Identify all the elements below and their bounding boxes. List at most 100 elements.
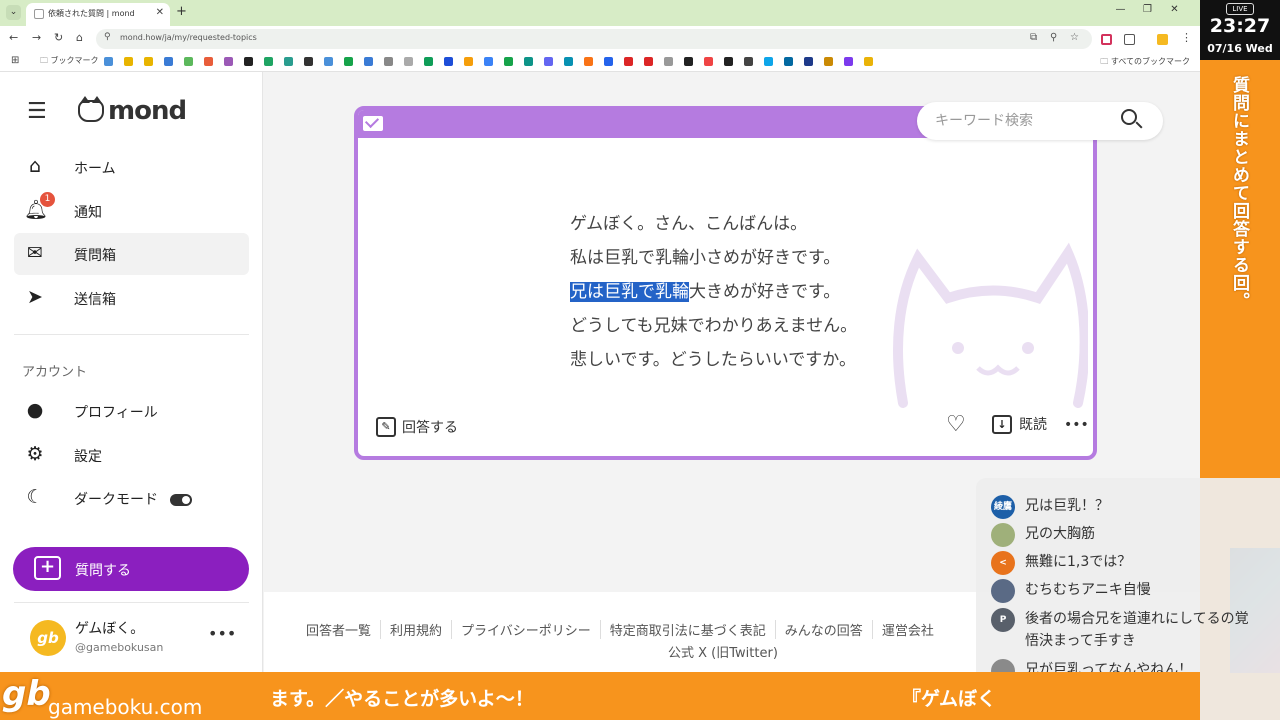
sidebar-item-home[interactable]: ⌂ ホーム: [14, 146, 249, 188]
bookmark-favicon-icon[interactable]: [824, 57, 833, 66]
bookmark-favicon-icon[interactable]: [704, 57, 713, 66]
minimize-button[interactable]: —: [1107, 4, 1134, 15]
notification-badge: 1: [40, 192, 55, 207]
tab-close-icon[interactable]: ✕: [156, 7, 164, 18]
footer-link-commerce-law[interactable]: 特定商取引法に基づく表記: [599, 620, 775, 639]
zoom-icon[interactable]: ⚲: [1050, 32, 1057, 43]
bookmark-favicon-icon[interactable]: [564, 57, 573, 66]
profile-avatar-icon[interactable]: [1157, 34, 1168, 45]
bookmark-favicon-icon[interactable]: [584, 57, 593, 66]
bookmark-favicon-icon[interactable]: [684, 57, 693, 66]
answer-button[interactable]: ✎ 回答する: [376, 415, 458, 439]
footer-link-x[interactable]: 公式 X (旧Twitter): [668, 642, 778, 661]
bookmark-favicon-icon[interactable]: [484, 57, 493, 66]
more-options-icon[interactable]: •••: [1064, 417, 1089, 433]
extension-icon[interactable]: [1101, 34, 1112, 45]
bookmark-favicon-icon[interactable]: [204, 57, 213, 66]
bookmark-favicon-icon[interactable]: [384, 57, 393, 66]
sidebar-item-sent[interactable]: ➤ 送信箱: [14, 277, 249, 319]
url-field[interactable]: ⚲ mond.how/ja/my/requested-topics ⧉ ⚲ ☆: [96, 29, 1092, 49]
bookmark-favicon-icon[interactable]: [264, 57, 273, 66]
search-box: [917, 102, 1163, 140]
sidebar-item-dark-mode[interactable]: ☾ ダークモード: [14, 477, 249, 519]
bookmark-favicon-icon[interactable]: [604, 57, 613, 66]
sidebar-item-profile[interactable]: ● プロフィール: [14, 390, 249, 432]
bookmark-star-icon[interactable]: ☆: [1070, 32, 1079, 43]
bookmark-favicon-icon[interactable]: [644, 57, 653, 66]
search-input[interactable]: [935, 110, 1115, 132]
bookmark-favicon-icon[interactable]: [184, 57, 193, 66]
bookmark-favicon-icon[interactable]: [144, 57, 153, 66]
sidebar-item-inbox[interactable]: ✉ 質問箱: [14, 233, 249, 275]
bookmark-favicon-icon[interactable]: [164, 57, 173, 66]
mark-read-button[interactable]: ↓ 既読: [992, 414, 1047, 434]
bookmark-favicon-icon[interactable]: [104, 57, 113, 66]
dark-mode-toggle[interactable]: [170, 494, 192, 506]
site-info-icon[interactable]: ⚲: [104, 32, 111, 42]
bookmark-favicon-icon[interactable]: [444, 57, 453, 66]
back-icon[interactable]: ←: [9, 31, 18, 44]
bookmark-favicon-icon[interactable]: [424, 57, 433, 66]
footer-link-answerers[interactable]: 回答者一覧: [297, 620, 380, 639]
bookmark-favicon-icon[interactable]: [124, 57, 133, 66]
bookmark-favicon-icon[interactable]: [344, 57, 353, 66]
plus-message-icon: +: [34, 556, 61, 580]
bookmark-favicon-icon[interactable]: [404, 57, 413, 66]
bookmark-favicon-icon[interactable]: [324, 57, 333, 66]
live-date: 07/16 Wed: [1207, 42, 1273, 55]
forward-icon[interactable]: →: [32, 31, 41, 44]
all-bookmarks-link[interactable]: 🗀 すべてのブックマーク: [1100, 56, 1190, 70]
hamburger-menu-icon[interactable]: ☰: [27, 101, 47, 123]
footer-link-privacy[interactable]: プライバシーポリシー: [451, 620, 600, 639]
bookmark-favicon-icon[interactable]: [364, 57, 373, 66]
bookmark-favicon-icon[interactable]: [224, 57, 233, 66]
sidebar-item-notifications[interactable]: 🔔︎ 1 通知: [14, 190, 249, 232]
search-icon[interactable]: [1121, 109, 1137, 125]
footer-link-all-answers[interactable]: みんなの回答: [774, 620, 872, 639]
ticker-text: 『ゲムぼく: [902, 688, 997, 710]
question-line-rest: 大きめが好きです。: [689, 282, 841, 302]
install-icon[interactable]: ⧉: [1030, 32, 1037, 43]
bookmark-favicon-icon[interactable]: [744, 57, 753, 66]
browser-tab[interactable]: 依頼された質問 | mond ✕: [26, 3, 170, 26]
reload-icon[interactable]: ↻: [54, 31, 63, 44]
bookmark-favicon-icon[interactable]: [544, 57, 553, 66]
tab-search-button[interactable]: ⌄: [6, 5, 21, 20]
avatar: [991, 579, 1015, 603]
bookmark-favicon-icon[interactable]: [864, 57, 873, 66]
bookmark-favicon-icon[interactable]: [804, 57, 813, 66]
apps-grid-icon[interactable]: ⊞: [11, 55, 19, 66]
close-window-button[interactable]: ✕: [1161, 4, 1188, 15]
bookmark-favicon-icon[interactable]: [504, 57, 513, 66]
bookmark-folder[interactable]: 🗀 ブックマーク: [40, 55, 99, 69]
bookmark-favicon-icon[interactable]: [464, 57, 473, 66]
more-options-icon[interactable]: •••: [208, 624, 236, 643]
answer-label: 回答する: [402, 420, 458, 436]
extensions-puzzle-icon[interactable]: [1124, 34, 1135, 45]
tab-title: 依頼された質問 | mond: [48, 9, 135, 18]
bookmark-favicon-icon[interactable]: [844, 57, 853, 66]
mond-logo[interactable]: mond: [78, 96, 187, 126]
bookmark-favicon-icon[interactable]: [724, 57, 733, 66]
new-tab-button[interactable]: +: [176, 4, 187, 19]
bookmark-favicon-icon[interactable]: [284, 57, 293, 66]
logo-text: mond: [108, 96, 187, 126]
footer-link-company[interactable]: 運営会社: [871, 620, 943, 639]
bookmark-favicon-icon[interactable]: [784, 57, 793, 66]
bookmark-favicon-icon[interactable]: [764, 57, 773, 66]
footer-link-terms[interactable]: 利用規約: [380, 620, 451, 639]
browser-menu-icon[interactable]: ⋮: [1181, 31, 1192, 44]
bookmark-favicon-icon[interactable]: [304, 57, 313, 66]
restore-button[interactable]: ❐: [1134, 4, 1161, 15]
home-icon[interactable]: ⌂: [76, 31, 83, 44]
heart-icon[interactable]: ♡: [946, 412, 966, 437]
bookmark-favicon-icon[interactable]: [664, 57, 673, 66]
avatar[interactable]: gb: [30, 620, 66, 656]
question-line: ゲムぼく。さん、こんばんは。: [570, 214, 808, 234]
bookmark-favicon-icon[interactable]: [624, 57, 633, 66]
bookmark-favicon-icon[interactable]: [524, 57, 533, 66]
ask-question-button[interactable]: + 質問する: [13, 547, 249, 591]
envelope-icon: [363, 116, 383, 131]
sidebar-item-settings[interactable]: ⚙ 設定: [14, 434, 249, 476]
bookmark-favicon-icon[interactable]: [244, 57, 253, 66]
